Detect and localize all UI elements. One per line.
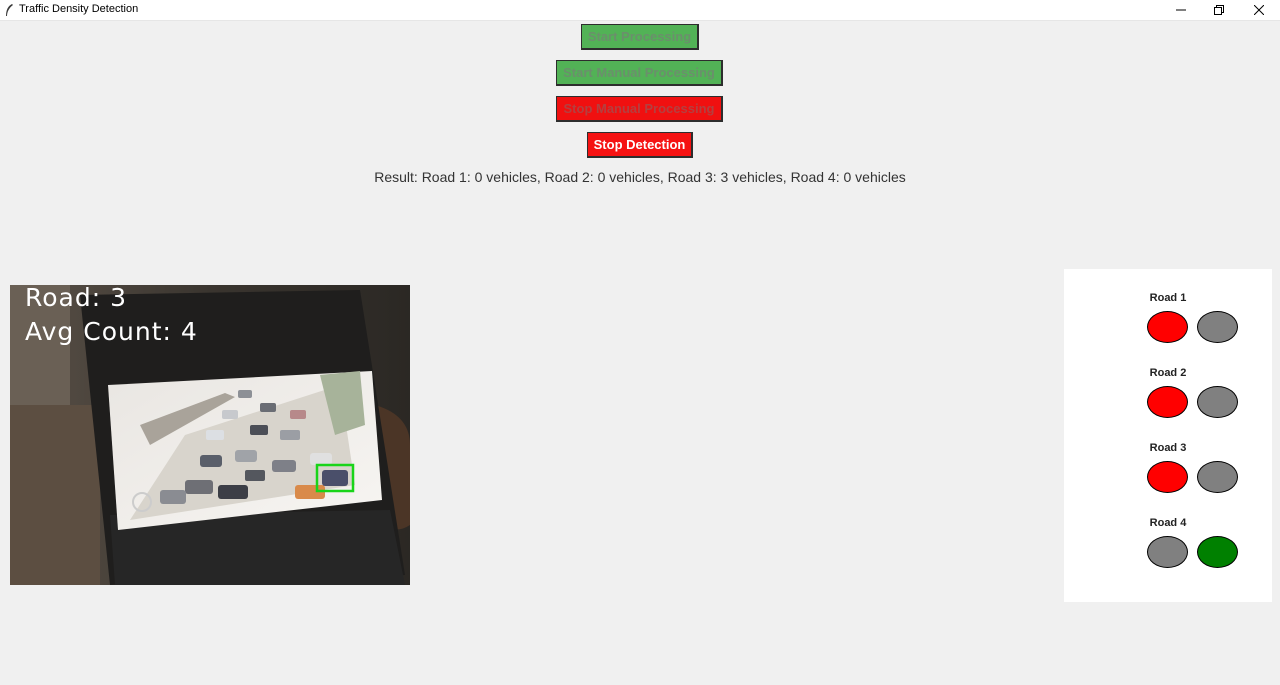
traffic-signal-panel: Road 1 Road 2 Road 3 Road 4 xyxy=(1064,269,1272,602)
road-2-green-lamp xyxy=(1197,386,1238,418)
road-4-green-lamp xyxy=(1197,536,1238,568)
road-4-label: Road 4 xyxy=(1149,517,1187,529)
start-processing-button[interactable]: Start Processing xyxy=(581,24,699,50)
road-3-green-lamp xyxy=(1197,461,1238,493)
road-1-green-lamp xyxy=(1197,311,1238,343)
road-3-label: Road 3 xyxy=(1149,442,1187,454)
feather-icon xyxy=(6,4,13,16)
window-title: Traffic Density Detection xyxy=(19,3,139,15)
avg-count-overlay-text: Avg Count: 4 xyxy=(25,317,198,346)
road-1-label: Road 1 xyxy=(1149,292,1187,304)
road-4-red-lamp xyxy=(1147,536,1188,568)
road-overlay-text: Road: 3 xyxy=(25,285,128,312)
start-manual-processing-button[interactable]: Start Manual Processing xyxy=(556,60,723,86)
result-label: Result: Road 1: 0 vehicles, Road 2: 0 ve… xyxy=(374,169,906,185)
restore-icon[interactable] xyxy=(1200,0,1238,20)
minimize-icon[interactable] xyxy=(1162,0,1200,20)
close-icon[interactable] xyxy=(1240,0,1278,20)
stop-detection-button[interactable]: Stop Detection xyxy=(587,132,693,158)
road-1-red-lamp xyxy=(1147,311,1188,343)
stop-manual-processing-button[interactable]: Stop Manual Processing xyxy=(556,96,723,122)
title-bar: Traffic Density Detection xyxy=(0,0,1280,21)
road-2-red-lamp xyxy=(1147,386,1188,418)
road-2-label: Road 2 xyxy=(1149,367,1187,379)
road-3-red-lamp xyxy=(1147,461,1188,493)
video-feed: Road: 3 Avg Count: 4 xyxy=(10,285,410,585)
